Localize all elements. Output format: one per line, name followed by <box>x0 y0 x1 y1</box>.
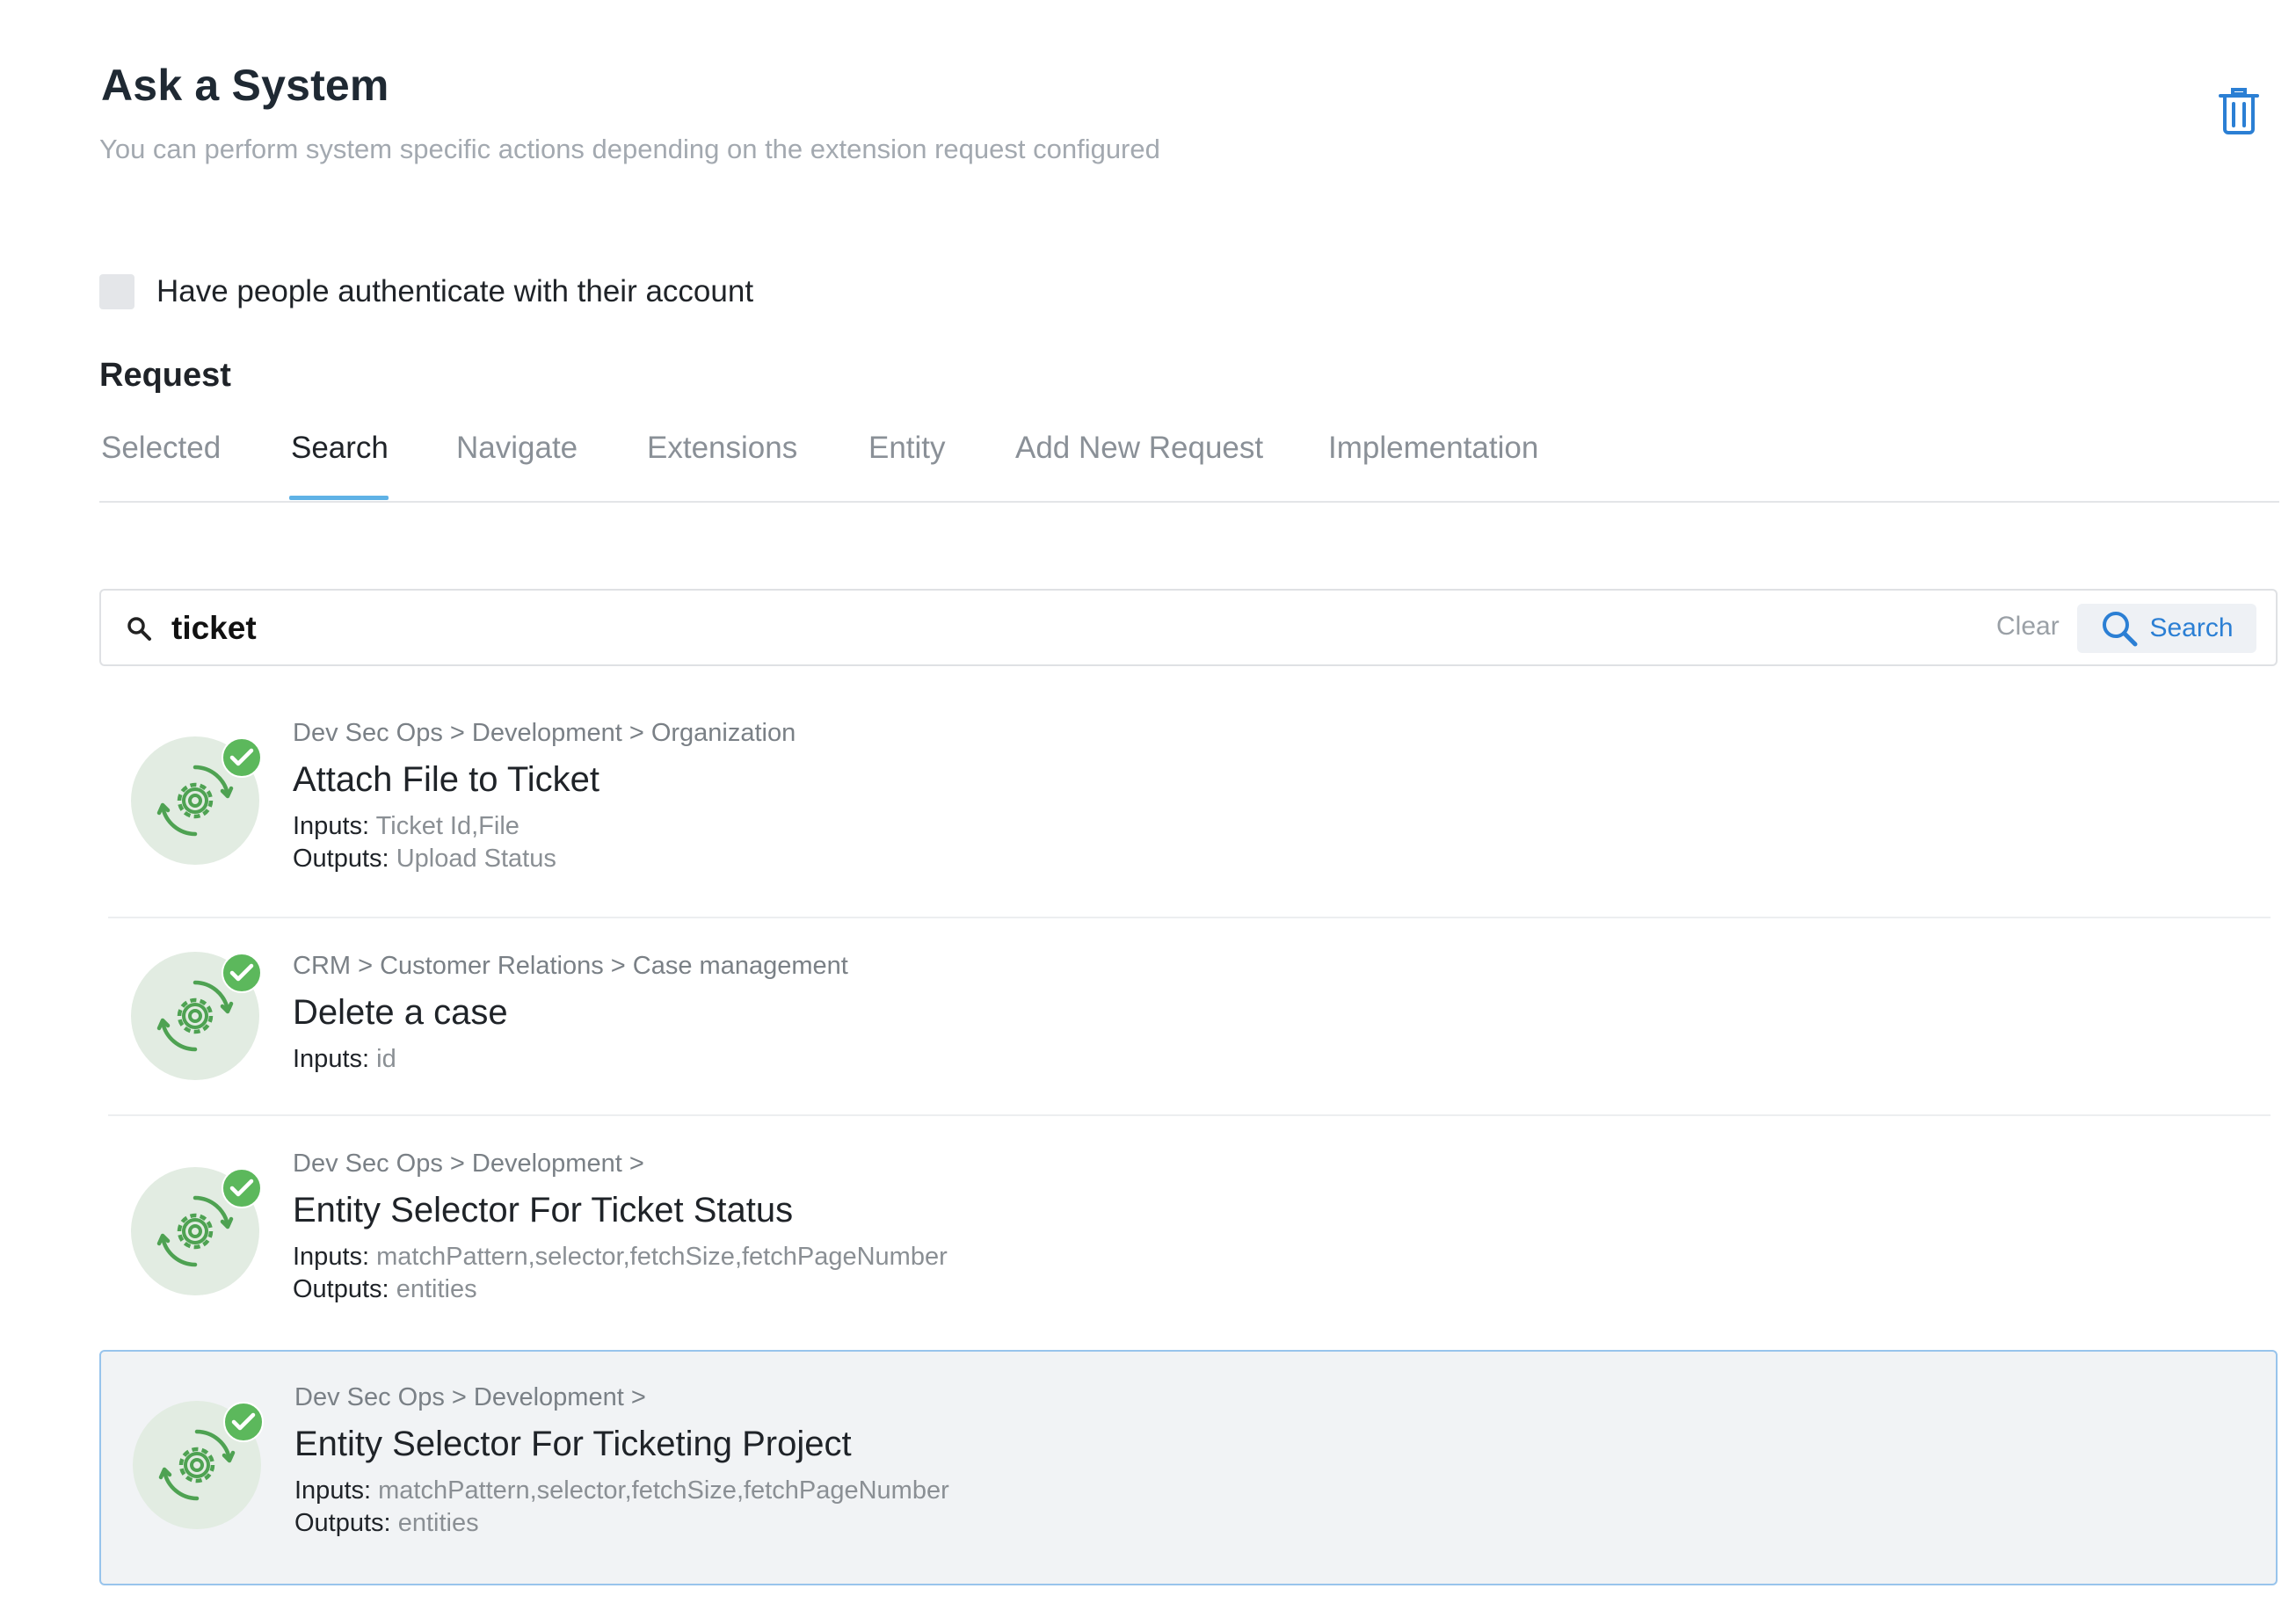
extension-icon <box>131 1167 262 1295</box>
tab-add-new-request[interactable]: Add New Request <box>1015 431 1263 466</box>
active-tab-indicator <box>289 496 389 500</box>
search-result-item[interactable]: CRM > Customer Relations > Case manageme… <box>99 918 2278 1113</box>
extension-icon <box>133 1401 264 1529</box>
page-title: Ask a System <box>101 61 389 110</box>
result-title: Entity Selector For Ticket Status <box>293 1191 794 1229</box>
tab-entity[interactable]: Entity <box>868 431 946 466</box>
search-result-item[interactable]: Dev Sec Ops > Development > Entity Selec… <box>99 1116 2278 1346</box>
result-title: Entity Selector For Ticketing Project <box>294 1425 852 1463</box>
search-button-label: Search <box>2149 613 2234 642</box>
search-button[interactable]: Search <box>2077 604 2256 653</box>
search-icon <box>2103 612 2138 647</box>
search-result-item[interactable]: Dev Sec Ops > Development > Organization… <box>99 694 2278 914</box>
result-breadcrumb: Dev Sec Ops > Development > Organization <box>293 719 796 747</box>
clear-button[interactable]: Clear <box>1996 612 2060 642</box>
result-outputs: Outputs: Upload Status <box>293 845 556 873</box>
tab-search[interactable]: Search <box>291 431 389 466</box>
request-tabs: Selected Search Navigate Extensions Enti… <box>99 422 2279 503</box>
result-title: Delete a case <box>293 993 508 1032</box>
authenticate-checkbox[interactable] <box>99 274 134 309</box>
search-icon <box>127 617 151 641</box>
result-inputs: Inputs: id <box>293 1045 396 1073</box>
tab-navigate[interactable]: Navigate <box>456 431 578 466</box>
tab-selected[interactable]: Selected <box>101 431 221 466</box>
search-result-item-selected[interactable]: Dev Sec Ops > Development > Entity Selec… <box>99 1350 2278 1585</box>
extension-icon <box>131 952 262 1080</box>
result-breadcrumb: CRM > Customer Relations > Case manageme… <box>293 952 848 980</box>
check-icon <box>222 737 262 778</box>
tab-implementation[interactable]: Implementation <box>1328 431 1538 466</box>
result-inputs: Inputs: matchPattern,selector,fetchSize,… <box>294 1476 949 1505</box>
check-icon <box>223 1402 264 1442</box>
check-icon <box>222 1168 262 1208</box>
extension-icon <box>131 736 262 865</box>
authenticate-option: Have people authenticate with their acco… <box>99 274 753 309</box>
request-section-title: Request <box>99 357 231 394</box>
result-title: Attach File to Ticket <box>293 760 600 799</box>
authenticate-label: Have people authenticate with their acco… <box>156 274 754 308</box>
result-breadcrumb: Dev Sec Ops > Development > <box>293 1150 644 1178</box>
result-breadcrumb: Dev Sec Ops > Development > <box>294 1383 646 1411</box>
result-outputs: Outputs: entities <box>294 1509 479 1537</box>
result-outputs: Outputs: entities <box>293 1275 477 1303</box>
result-inputs: Inputs: matchPattern,selector,fetchSize,… <box>293 1243 948 1271</box>
trash-icon[interactable] <box>2218 86 2260 135</box>
page-subtitle: You can perform system specific actions … <box>99 134 1160 164</box>
result-inputs: Inputs: Ticket Id,File <box>293 812 520 840</box>
tab-extensions[interactable]: Extensions <box>647 431 797 466</box>
check-icon <box>222 953 262 993</box>
search-input[interactable] <box>171 603 2017 654</box>
search-bar: Clear Search <box>99 589 2278 666</box>
